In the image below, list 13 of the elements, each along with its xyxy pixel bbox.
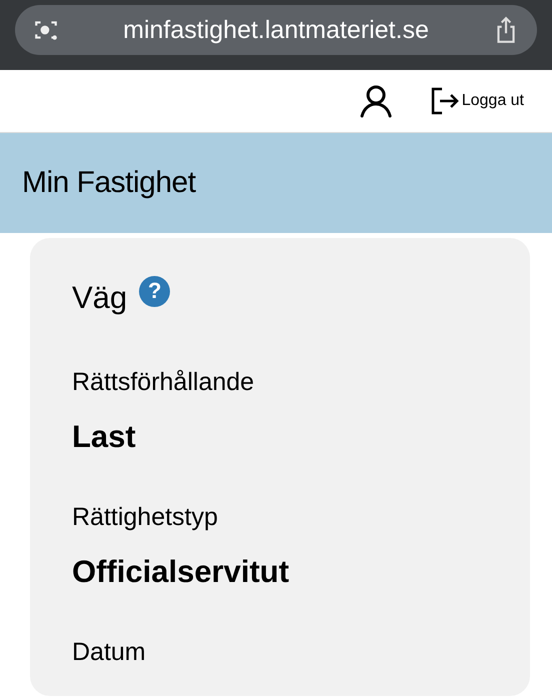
page-title: Min Fastighet xyxy=(22,166,196,200)
user-icon[interactable] xyxy=(360,84,392,118)
field-value: Officialservitut xyxy=(72,554,290,590)
address-bar[interactable]: minfastighet.lantmateriet.se xyxy=(15,5,537,55)
field-label: Rättsförhållande xyxy=(72,368,256,397)
field-label: Rättighetstyp xyxy=(72,503,219,532)
field-label: Datum xyxy=(72,638,147,667)
section-title: Väg xyxy=(72,280,128,316)
help-icon[interactable]: ? xyxy=(139,276,170,306)
logout-icon xyxy=(430,87,460,115)
url-text: minfastighet.lantmateriet.se xyxy=(122,16,430,44)
field-value: Last xyxy=(72,419,137,455)
logout-link[interactable]: Logga ut xyxy=(430,87,524,115)
